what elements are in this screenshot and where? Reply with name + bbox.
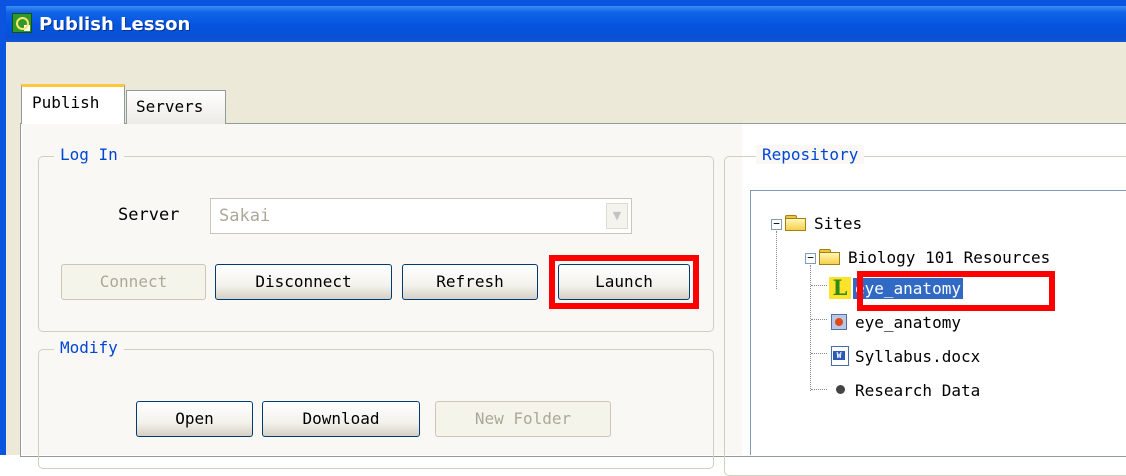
media-icon [831, 314, 847, 330]
app-icon [12, 13, 32, 33]
launch-highlight-box [549, 255, 699, 309]
tree-connector [811, 389, 827, 390]
open-button[interactable]: Open [136, 401, 253, 437]
server-select-value: Sakai [219, 206, 271, 226]
tree-node-sites[interactable]: − Sites [771, 212, 971, 238]
collapse-icon[interactable]: − [805, 252, 816, 264]
disconnect-button[interactable]: Disconnect [215, 264, 392, 300]
publish-lesson-window: Publish Lesson Publish Servers Log In Se… [0, 0, 1126, 476]
chevron-down-icon[interactable]: ▼ [606, 203, 628, 229]
collapse-icon[interactable]: − [771, 218, 782, 230]
download-button[interactable]: Download [262, 401, 420, 437]
connect-button[interactable]: Connect [61, 264, 206, 300]
window-title: Publish Lesson [39, 14, 191, 35]
tab-servers[interactable]: Servers [126, 90, 226, 124]
title-bar[interactable]: Publish Lesson [6, 6, 1126, 42]
tree-connector [810, 265, 811, 391]
selection-highlight-box [857, 271, 1055, 311]
repository-tree[interactable]: − Sites − Biology 101 Resources L eye_an… [750, 190, 1126, 455]
folder-icon [819, 248, 841, 265]
tree-node-label: Research Data [855, 381, 981, 400]
tree-node-item[interactable]: Research Data [829, 379, 1059, 405]
refresh-button[interactable]: Refresh [402, 264, 538, 300]
login-legend: Log In [54, 145, 124, 164]
repository-legend: Repository [756, 145, 865, 164]
new-folder-button[interactable]: New Folder [435, 401, 611, 437]
tree-node-item[interactable]: eye_anatomy [829, 311, 1059, 337]
folder-icon [785, 214, 807, 231]
tree-connector [811, 319, 827, 320]
tree-node-label: Biology 101 Resources [848, 248, 1051, 267]
bullet-icon [836, 385, 845, 394]
tab-publish[interactable]: Publish [21, 84, 125, 124]
tree-node-item[interactable]: W Syllabus.docx [829, 345, 1059, 371]
server-label: Server [118, 205, 180, 225]
tree-connector [811, 353, 827, 354]
tree-node-label: eye_anatomy [855, 313, 961, 332]
tree-node-label: Sites [814, 214, 863, 233]
tree-connector [776, 231, 777, 289]
modify-legend: Modify [54, 338, 124, 357]
word-doc-icon: W [831, 346, 849, 366]
lesson-icon: L [829, 277, 851, 299]
server-select[interactable]: Sakai ▼ [210, 198, 632, 234]
tree-node-course[interactable]: − Biology 101 Resources [805, 246, 1125, 272]
tree-node-label: Syllabus.docx [855, 347, 981, 366]
tree-connector [811, 285, 827, 286]
